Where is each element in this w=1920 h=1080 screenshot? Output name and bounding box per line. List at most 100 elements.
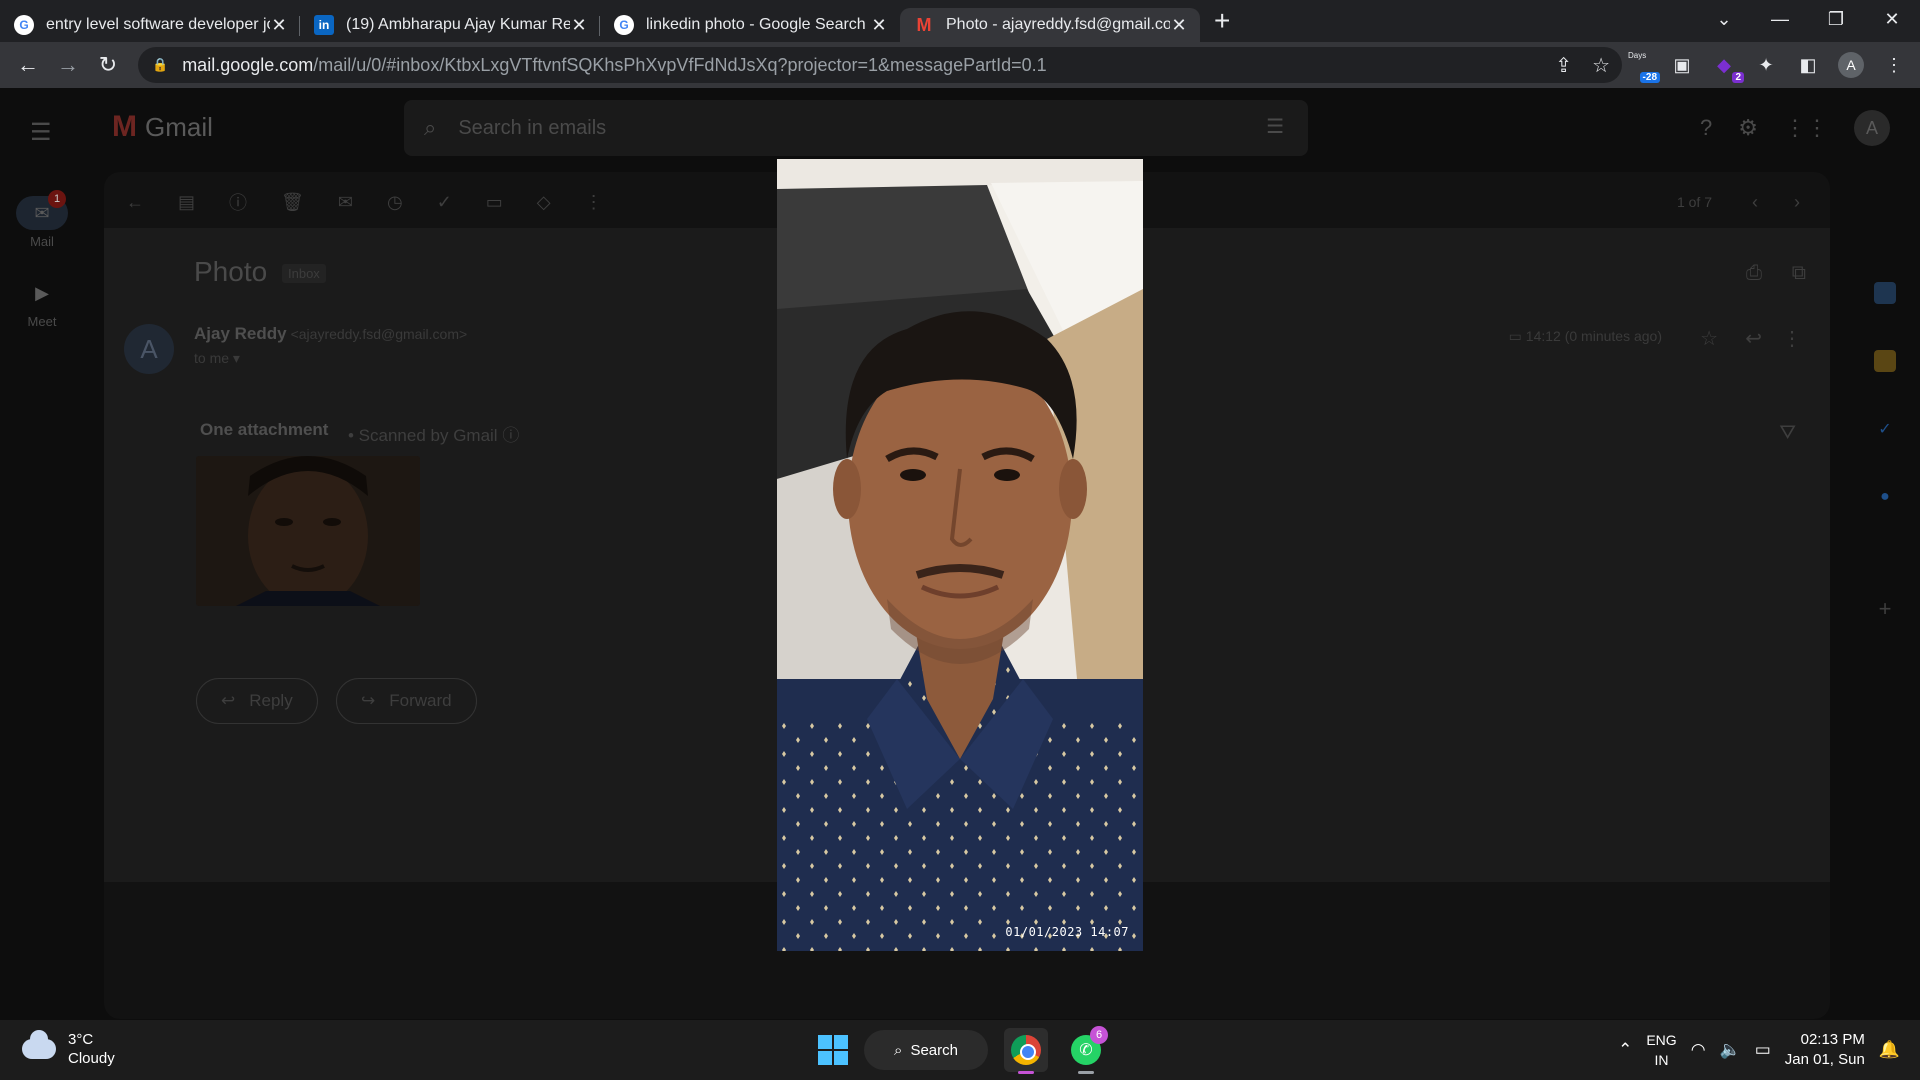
close-window-button[interactable]: ✕ [1864,9,1920,30]
language-indicator[interactable]: ENG IN [1646,1030,1676,1070]
tab-title: linkedin photo - Google Search [646,16,866,33]
lang-bottom: IN [1654,1052,1669,1068]
url-path: /mail/u/0/#inbox/KtbxLxgVTftvnfSQKhsPhXv… [313,54,1047,75]
browser-tab-linkedin[interactable]: in (19) Ambharapu Ajay Kumar Reddy ✕ [300,8,600,42]
close-icon[interactable]: ✕ [870,15,888,36]
move-to-icon[interactable]: ▭ [486,192,503,213]
back-button[interactable]: ← [8,52,48,78]
open-new-window-icon[interactable]: ⧉ [1792,262,1806,285]
weather-desc: Cloudy [68,1050,115,1067]
tab-search-icon[interactable]: ⌄ [1696,9,1752,30]
reload-button[interactable]: ↻ [88,52,128,78]
share-icon[interactable]: ⇪ [1555,53,1572,78]
forward-button[interactable]: ↪ Forward [336,678,477,724]
taskbar-whatsapp[interactable]: ✆ 6 [1064,1026,1108,1074]
add-task-icon[interactable]: ✓ [437,192,452,213]
nav-rail: ✉ 1 Mail ▶ Meet [0,88,84,1020]
capture-extension-icon[interactable]: ▣ [1670,53,1694,77]
add-addon-icon[interactable]: + [1874,596,1896,621]
extensions-icon[interactable]: ✦ [1754,53,1778,77]
reply-icon[interactable]: ↩ [1745,326,1762,351]
close-icon[interactable]: ✕ [570,15,588,36]
mark-unread-icon[interactable]: ✉ [338,192,353,213]
start-windows-icon[interactable] [818,1035,848,1065]
contacts-icon[interactable]: ● [1874,486,1896,508]
attachment-thumbnail[interactable] [196,456,420,606]
gmail-logo[interactable]: M Gmail [112,110,213,144]
label-icon[interactable]: ◇ [537,192,551,213]
sender-name[interactable]: Ajay Reddy [194,324,287,343]
notifications-icon[interactable]: 🔔 [1879,1040,1900,1060]
reply-button[interactable]: ↩ Reply [196,678,318,724]
side-panel-icon[interactable]: ◧ [1796,53,1820,77]
snooze-icon[interactable]: ◷ [387,192,403,213]
apps-grid-icon[interactable]: ⋮⋮ [1784,115,1828,141]
help-icon[interactable]: ? [1700,115,1712,141]
attachment-count: One attachment [200,420,329,439]
menu-kebab-icon[interactable]: ⋮ [1882,53,1906,77]
more-vert-icon[interactable]: ⋮ [1782,326,1802,351]
address-bar[interactable]: 🔒 mail.google.com/mail/u/0/#inbox/KtbxLx… [138,47,1622,83]
recipient-dropdown[interactable]: to me ▾ [194,350,240,367]
browser-tab-jobs[interactable]: G entry level software developer jobs ✕ [0,8,300,42]
account-avatar[interactable]: A [1854,110,1890,146]
days-counter-extension[interactable]: Days -28 [1628,51,1660,83]
back-to-inbox-icon[interactable]: ← [126,192,144,213]
profile-avatar[interactable]: A [1838,52,1864,78]
close-icon[interactable]: ✕ [270,15,288,36]
rail-label: Mail [30,234,54,249]
volume-icon[interactable]: 🔈 [1720,1040,1741,1060]
delete-icon[interactable]: 🗑 [281,192,304,213]
archive-icon[interactable]: ▤ [178,192,195,213]
star-icon[interactable]: ☆ [1700,326,1718,351]
photo-timestamp: 01/01/2023 14:07 [1005,925,1129,939]
report-spam-icon[interactable]: ⓘ [229,189,247,215]
filter-options-icon[interactable]: ☰ [1266,114,1284,139]
weather-widget[interactable]: 3°C Cloudy [22,1030,115,1068]
battery-icon[interactable]: ▭ [1755,1040,1771,1060]
tasks-icon[interactable]: ✓ [1874,418,1896,440]
google-icon: G [14,15,34,35]
recipient-text: to me [194,350,230,366]
forward-label: Forward [389,691,452,710]
clock[interactable]: 02:13 PM Jan 01, Sun [1785,1030,1865,1070]
rail-item-meet[interactable]: ▶ Meet [10,276,74,330]
email-subject: Photo [194,256,268,287]
inbox-label-chip[interactable]: Inbox [282,264,326,283]
bookmark-star-icon[interactable]: ☆ [1592,53,1610,78]
add-to-drive-icon[interactable]: ⛛ [1779,422,1796,445]
browser-tab-google-search[interactable]: G linkedin photo - Google Search ✕ [600,8,900,42]
browser-tab-gmail[interactable]: M Photo - ajayreddy.fsd@gmail.com ✕ [900,8,1200,42]
rail-label: Meet [27,314,57,329]
taskbar-chrome[interactable] [1004,1028,1048,1074]
email-time-text: 14:12 (0 minutes ago) [1525,328,1662,344]
gmail-icon: M [916,14,932,35]
sender-email: <ajayreddy.fsd@gmail.com> [290,326,468,342]
older-icon[interactable]: › [1794,192,1800,213]
chrome-icon [1011,1035,1041,1065]
forward-button[interactable]: → [48,52,88,78]
close-icon[interactable]: ✕ [1170,15,1188,36]
more-icon[interactable]: ⋮ [585,192,603,213]
newer-icon[interactable]: ‹ [1752,192,1758,213]
mail-badge: 1 [48,190,66,208]
calendar-icon[interactable] [1874,282,1896,304]
search-icon: ⌕ [894,1041,903,1059]
print-icon[interactable]: ⎙ [1746,262,1762,285]
lock-icon[interactable]: 🔒 [152,57,168,73]
search-input[interactable]: ⌕ Search in emails ☰ [404,100,1308,156]
rail-item-mail[interactable]: ✉ 1 Mail [10,190,74,249]
keep-icon[interactable] [1874,350,1896,372]
forward-arrow-icon: ↪ [361,691,376,710]
chevron-up-icon[interactable]: ⌃ [1618,1040,1632,1060]
settings-gear-icon[interactable]: ⚙ [1738,115,1758,141]
minimize-button[interactable]: — [1752,9,1808,30]
taskbar-search-button[interactable]: ⌕ Search [864,1030,988,1070]
puzzle-extension-icon[interactable]: ◆ 2 [1712,53,1744,83]
reply-arrow-icon: ↩ [221,691,236,710]
portrait-photo [777,159,1143,951]
wifi-icon[interactable]: ◠ [1691,1040,1706,1060]
image-viewer[interactable]: 01/01/2023 14:07 [777,159,1143,951]
new-tab-button[interactable]: + [1214,5,1230,37]
restore-button[interactable]: ❐ [1808,9,1864,30]
